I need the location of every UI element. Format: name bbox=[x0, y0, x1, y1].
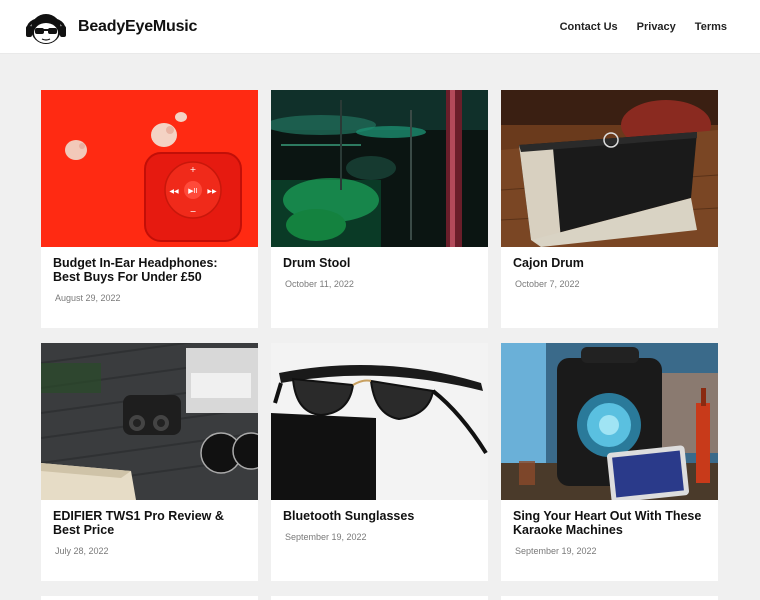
post-thumbnail[interactable] bbox=[271, 343, 488, 500]
post-card[interactable]: ▶II + − ◀◀ ▶▶ Budget In-Ear Headphones: … bbox=[41, 90, 258, 328]
post-title[interactable]: Bluetooth Sunglasses bbox=[283, 509, 476, 523]
post-thumbnail[interactable] bbox=[271, 90, 488, 247]
post-thumbnail[interactable] bbox=[41, 343, 258, 500]
post-title[interactable]: EDIFIER TWS1 Pro Review & Best Price bbox=[53, 509, 246, 537]
post-date: July 28, 2022 bbox=[55, 546, 109, 556]
headphones-face-logo-icon bbox=[26, 14, 66, 44]
post-date: September 19, 2022 bbox=[515, 546, 597, 556]
nav-contact-us[interactable]: Contact Us bbox=[560, 21, 618, 33]
post-card[interactable] bbox=[501, 596, 718, 600]
post-thumbnail[interactable]: ▶II + − ◀◀ ▶▶ bbox=[41, 90, 258, 247]
svg-text:−: − bbox=[190, 207, 197, 216]
edifier-earbuds-image bbox=[41, 343, 258, 500]
post-card[interactable] bbox=[41, 596, 258, 600]
post-date: September 19, 2022 bbox=[285, 532, 367, 542]
drum-kit-image bbox=[271, 90, 488, 247]
brand-link[interactable]: BeadyEyeMusic bbox=[24, 9, 197, 45]
svg-text:+: + bbox=[190, 165, 197, 174]
karaoke-machine-image bbox=[501, 343, 718, 500]
main-nav: Contact Us Privacy Terms bbox=[541, 0, 727, 54]
post-title[interactable]: Cajon Drum bbox=[513, 256, 706, 270]
post-title[interactable]: Budget In-Ear Headphones: Best Buys For … bbox=[53, 256, 246, 284]
post-title[interactable]: Sing Your Heart Out With These Karaoke M… bbox=[513, 509, 706, 537]
post-card[interactable]: EDIFIER TWS1 Pro Review & Best Price Jul… bbox=[41, 343, 258, 581]
svg-text:◀◀: ◀◀ bbox=[169, 188, 179, 195]
post-card[interactable] bbox=[271, 596, 488, 600]
next-row-peek bbox=[41, 596, 719, 600]
post-grid: ▶II + − ◀◀ ▶▶ Budget In-Ear Headphones: … bbox=[41, 90, 719, 581]
nav-terms[interactable]: Terms bbox=[695, 21, 727, 33]
nav-privacy[interactable]: Privacy bbox=[637, 21, 676, 33]
svg-text:▶II: ▶II bbox=[188, 187, 198, 195]
post-card[interactable]: Bluetooth Sunglasses September 19, 2022 bbox=[271, 343, 488, 581]
post-title[interactable]: Drum Stool bbox=[283, 256, 476, 270]
cajon-drum-image bbox=[501, 90, 718, 247]
post-card[interactable]: Cajon Drum October 7, 2022 bbox=[501, 90, 718, 328]
post-date: October 7, 2022 bbox=[515, 279, 580, 289]
post-date: October 11, 2022 bbox=[285, 279, 354, 289]
post-card[interactable]: Sing Your Heart Out With These Karaoke M… bbox=[501, 343, 718, 581]
post-card[interactable]: Drum Stool October 11, 2022 bbox=[271, 90, 488, 328]
svg-text:▶▶: ▶▶ bbox=[207, 188, 217, 195]
red-earbuds-image: ▶II + − ◀◀ ▶▶ bbox=[41, 90, 258, 247]
post-thumbnail[interactable] bbox=[501, 90, 718, 247]
bluetooth-sunglasses-image bbox=[271, 343, 488, 500]
site-header: BeadyEyeMusic Contact Us Privacy Terms bbox=[0, 0, 760, 54]
post-thumbnail[interactable] bbox=[501, 343, 718, 500]
brand-name: BeadyEyeMusic bbox=[78, 18, 198, 35]
post-date: August 29, 2022 bbox=[55, 293, 121, 303]
